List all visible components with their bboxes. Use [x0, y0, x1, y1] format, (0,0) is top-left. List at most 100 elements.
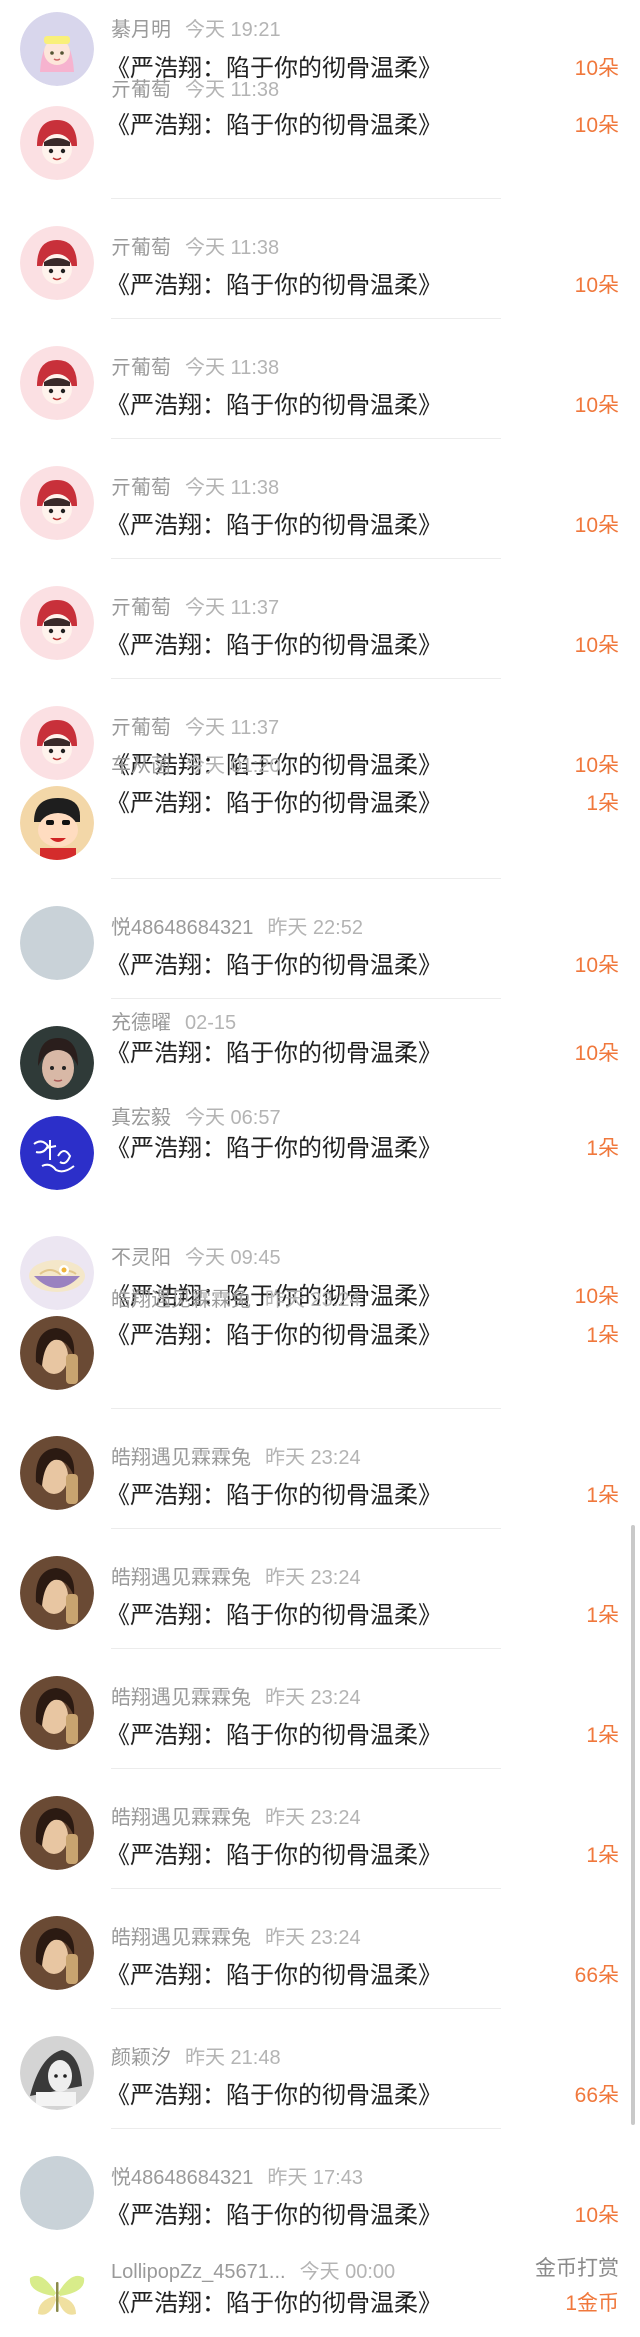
avatar[interactable] — [20, 466, 94, 540]
item-meta: 綦月明 今天 19:21 — [111, 18, 281, 42]
list-item[interactable]: 颜颖汐 昨天 21:48 《严浩翔：陷于你的彻骨温柔》 66朵 — [0, 2028, 640, 2128]
avatar[interactable] — [20, 1116, 94, 1190]
book-title[interactable]: 《严浩翔：陷于你的彻骨温柔》 — [106, 1602, 442, 1630]
list-item[interactable]: 车从菡 今天 01:20 《严浩翔：陷于你的彻骨温柔》 1朵 — [0, 755, 640, 878]
username[interactable]: 悦48648684321 — [111, 917, 253, 939]
avatar[interactable] — [20, 1236, 94, 1310]
list-item[interactable]: 亓葡萄 今天 11:37 《严浩翔：陷于你的彻骨温柔》 10朵 — [0, 698, 640, 780]
cartoon-girl-pink-hair-avatar-icon — [20, 12, 94, 86]
book-title[interactable]: 《严浩翔：陷于你的彻骨温柔》 — [106, 1322, 442, 1350]
avatar[interactable] — [20, 226, 94, 300]
item-meta: 亓葡萄 今天 11:38 — [111, 236, 279, 260]
avatar[interactable] — [20, 1436, 94, 1510]
username[interactable]: 皓翔遇见霖霖兔 — [111, 1289, 251, 1311]
timestamp: 昨天 17:43 — [267, 2167, 363, 2189]
timestamp: 昨天 23:24 — [265, 1927, 361, 1949]
list-item[interactable]: 悦48648684321 昨天 22:52 《严浩翔：陷于你的彻骨温柔》 10朵 — [0, 898, 640, 998]
avatar[interactable] — [20, 2036, 94, 2110]
book-title[interactable]: 《严浩翔：陷于你的彻骨温柔》 — [106, 1842, 442, 1870]
username[interactable]: 不灵阳 — [111, 1247, 171, 1269]
default-grey-avatar-icon — [20, 2156, 94, 2230]
item-meta: 亓葡萄 今天 11:38 — [111, 356, 279, 380]
list-item[interactable]: 皓翔遇见霖霖兔 昨天 23:24 《严浩翔：陷于你的彻骨温柔》 1朵 — [0, 1788, 640, 1888]
username[interactable]: 皓翔遇见霖霖兔 — [111, 1567, 251, 1589]
gift-amount: 10朵 — [574, 754, 619, 777]
book-title[interactable]: 《严浩翔：陷于你的彻骨温柔》 — [106, 392, 442, 420]
avatar[interactable] — [20, 1316, 94, 1390]
book-title[interactable]: 《严浩翔：陷于你的彻骨温柔》 — [106, 272, 442, 300]
list-item[interactable]: 充德曜 02-15 《严浩翔：陷于你的彻骨温柔》 10朵 — [0, 1012, 640, 1118]
username[interactable]: LollipopZz_45671... — [111, 2261, 286, 2283]
list-item[interactable]: 皓翔遇见霖霖兔 昨天 23:24 《严浩翔：陷于你的彻骨温柔》 1朵 — [0, 1289, 640, 1408]
username[interactable]: 皓翔遇见霖霖兔 — [111, 1927, 251, 1949]
list-item[interactable]: 皓翔遇见霖霖兔 昨天 23:24 《严浩翔：陷于你的彻骨温柔》 1朵 — [0, 1668, 640, 1768]
timestamp: 今天 11:38 — [185, 477, 280, 499]
username[interactable]: 亓葡萄 — [111, 477, 171, 499]
username[interactable]: 亓葡萄 — [111, 237, 171, 259]
list-item[interactable]: 亓葡萄 今天 11:38 《严浩翔：陷于你的彻骨温柔》 10朵 — [0, 79, 640, 198]
list-item[interactable]: 亓葡萄 今天 11:38 《严浩翔：陷于你的彻骨温柔》 10朵 — [0, 218, 640, 318]
list-item[interactable]: 皓翔遇见霖霖兔 昨天 23:24 《严浩翔：陷于你的彻骨温柔》 1朵 — [0, 1548, 640, 1648]
book-title[interactable]: 《严浩翔：陷于你的彻骨温柔》 — [106, 2202, 442, 2230]
book-title[interactable]: 《严浩翔：陷于你的彻骨温柔》 — [106, 1962, 442, 1990]
username[interactable]: 悦48648684321 — [111, 2167, 253, 2189]
list-item[interactable]: 皓翔遇见霖霖兔 昨天 23:24 《严浩翔：陷于你的彻骨温柔》 1朵 — [0, 1428, 640, 1528]
username[interactable]: 綦月明 — [111, 19, 171, 41]
avatar[interactable] — [20, 106, 94, 180]
avatar[interactable] — [20, 2156, 94, 2230]
book-title[interactable]: 《严浩翔：陷于你的彻骨温柔》 — [106, 790, 442, 818]
username[interactable]: 皓翔遇见霖霖兔 — [111, 1687, 251, 1709]
avatar[interactable] — [20, 2256, 94, 2330]
list-item[interactable]: LollipopZz_45671... 今天 00:00 金币打赏 《严浩翔：陷于… — [0, 2228, 640, 2337]
list-item[interactable]: 亓葡萄 今天 11:38 《严浩翔：陷于你的彻骨温柔》 10朵 — [0, 458, 640, 558]
book-title[interactable]: 《严浩翔：陷于你的彻骨温柔》 — [106, 952, 442, 980]
book-title[interactable]: 《严浩翔：陷于你的彻骨温柔》 — [106, 112, 442, 140]
book-title[interactable]: 《严浩翔：陷于你的彻骨温柔》 — [106, 1135, 442, 1163]
username[interactable]: 充德曜 — [111, 1012, 171, 1034]
book-title[interactable]: 《严浩翔：陷于你的彻骨温柔》 — [106, 632, 442, 660]
username[interactable]: 车从菡 — [111, 755, 171, 777]
list-item[interactable]: 真宏毅 今天 06:57 《严浩翔：陷于你的彻骨温柔》 1朵 — [0, 1107, 640, 1208]
avatar[interactable] — [20, 586, 94, 660]
book-title[interactable]: 《严浩翔：陷于你的彻骨温柔》 — [106, 1482, 442, 1510]
gift-amount: 1金币 — [565, 2292, 619, 2315]
avatar[interactable] — [20, 706, 94, 780]
username[interactable]: 亓葡萄 — [111, 357, 171, 379]
divider — [111, 1648, 501, 1649]
scrollbar[interactable] — [631, 1525, 635, 2125]
avatar[interactable] — [20, 906, 94, 980]
brown-portrait-photo-avatar-icon — [20, 1796, 94, 1870]
avatar[interactable] — [20, 1796, 94, 1870]
timestamp: 昨天 23:24 — [265, 1447, 361, 1469]
avatar[interactable] — [20, 786, 94, 860]
avatar[interactable] — [20, 346, 94, 420]
book-title[interactable]: 《严浩翔：陷于你的彻骨温柔》 — [106, 2082, 442, 2110]
list-item[interactable]: 綦月明 今天 19:21 《严浩翔：陷于你的彻骨温柔》 10朵 — [0, 0, 640, 86]
divider — [111, 2128, 501, 2129]
username[interactable]: 皓翔遇见霖霖兔 — [111, 1447, 251, 1469]
timestamp: 昨天 23:24 — [265, 1687, 361, 1709]
username[interactable]: 亓葡萄 — [111, 79, 171, 101]
avatar[interactable] — [20, 12, 94, 86]
list-item[interactable]: 亓葡萄 今天 11:38 《严浩翔：陷于你的彻骨温柔》 10朵 — [0, 338, 640, 438]
list-item[interactable]: 悦48648684321 昨天 17:43 《严浩翔：陷于你的彻骨温柔》 10朵 — [0, 2148, 640, 2230]
avatar[interactable] — [20, 1556, 94, 1630]
list-item[interactable]: 皓翔遇见霖霖兔 昨天 23:24 《严浩翔：陷于你的彻骨温柔》 66朵 — [0, 1908, 640, 2008]
avatar[interactable] — [20, 1026, 94, 1100]
gift-amount: 1朵 — [586, 1484, 619, 1507]
avatar[interactable] — [20, 1916, 94, 1990]
username[interactable]: 颜颖汐 — [111, 2047, 171, 2069]
red-bunny-hat-cartoon-avatar-icon — [20, 106, 94, 180]
book-title[interactable]: 《严浩翔：陷于你的彻骨温柔》 — [106, 1722, 442, 1750]
username[interactable]: 亓葡萄 — [111, 597, 171, 619]
gift-amount: 10朵 — [574, 1042, 619, 1065]
username[interactable]: 亓葡萄 — [111, 717, 171, 739]
book-title[interactable]: 《严浩翔：陷于你的彻骨温柔》 — [106, 2290, 442, 2318]
book-title[interactable]: 《严浩翔：陷于你的彻骨温柔》 — [106, 1040, 442, 1068]
username[interactable]: 真宏毅 — [111, 1107, 171, 1129]
gift-amount: 10朵 — [574, 57, 619, 80]
list-item[interactable]: 亓葡萄 今天 11:37 《严浩翔：陷于你的彻骨温柔》 10朵 — [0, 578, 640, 678]
avatar[interactable] — [20, 1676, 94, 1750]
book-title[interactable]: 《严浩翔：陷于你的彻骨温柔》 — [106, 512, 442, 540]
username[interactable]: 皓翔遇见霖霖兔 — [111, 1807, 251, 1829]
